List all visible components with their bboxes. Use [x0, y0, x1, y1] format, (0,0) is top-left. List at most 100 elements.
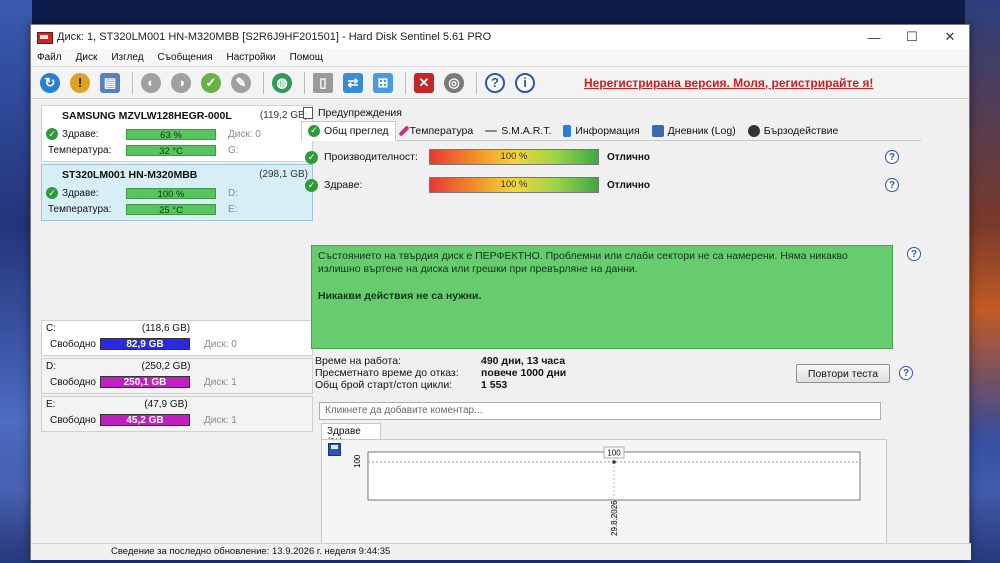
- drive-letter: D:: [228, 187, 238, 199]
- retest-button[interactable]: Повтори теста: [796, 364, 890, 383]
- volume-size: (118,6 GB): [141, 323, 191, 334]
- menu-bar: Файл Диск Изглед Съобщения Настройки Пом…: [31, 49, 969, 67]
- status-action: Никакви действия не са нужни.: [318, 290, 482, 302]
- document-icon: ▯: [313, 72, 333, 93]
- menu-messages[interactable]: Съобщения: [158, 52, 213, 63]
- network-icon: ⊞: [373, 72, 393, 93]
- disk-settings-button[interactable]: ◑: [168, 70, 194, 96]
- maximize-button[interactable]: ☐: [893, 25, 931, 49]
- volume-list: C: (118,6 GB) Свободно 82,9 GB Диск: 0 D…: [41, 320, 313, 434]
- check-icon: ✓: [46, 187, 58, 199]
- toolbar: ↻ ! ▤ ◐ ◑ ✓ ✎ ◍ ▯ ⇄ ⊞ ✕ ◎ ? i Нерегистри…: [31, 67, 969, 99]
- menu-view[interactable]: Изглед: [111, 52, 143, 63]
- tab-warnings[interactable]: Предупреждения: [301, 105, 921, 121]
- temperature-label: Температура:: [48, 203, 112, 215]
- tab-temperature[interactable]: Температура: [396, 121, 480, 141]
- check-icon: ✓: [305, 150, 318, 164]
- volume-disk: Диск: 0: [204, 338, 237, 350]
- free-space-bar: 82,9 GB: [100, 338, 190, 350]
- health-row: ✓ Здраве: 100 % Отлично ?: [301, 171, 921, 199]
- web-button[interactable]: ◍: [269, 70, 295, 96]
- menu-file[interactable]: Файл: [37, 52, 62, 63]
- tab-log[interactable]: Дневник (Log): [646, 121, 742, 141]
- alerts-config-button[interactable]: ✕: [411, 70, 437, 96]
- disk-temp-row: Температура: 25 °C E:: [46, 201, 308, 217]
- tab-info-label: Информация: [575, 124, 640, 137]
- help-icon[interactable]: ?: [885, 178, 899, 192]
- help-icon[interactable]: ?: [907, 247, 921, 261]
- tab-health-chart[interactable]: Здраве (%): [321, 423, 381, 448]
- disk-test-button[interactable]: ◐: [138, 70, 164, 96]
- thermometer-icon: [397, 124, 410, 137]
- disk-name-row: ST320LM001 HN-M320MBB (298,1 GB): [46, 167, 308, 185]
- volume-item-d[interactable]: D: (250,2 GB) Свободно 250,1 GB Диск: 1: [41, 358, 313, 394]
- tab-temperature-label: Температура: [409, 124, 474, 137]
- refresh-button[interactable]: ↻: [37, 70, 63, 96]
- title-bar[interactable]: Диск: 1, ST320LM001 HN-M320MBB [S2R6J9HF…: [31, 25, 969, 49]
- sound-button[interactable]: ◎: [441, 70, 467, 96]
- free-space-bar: 250,1 GB: [100, 376, 190, 388]
- sync-button[interactable]: ⇄: [340, 70, 366, 96]
- menu-disk[interactable]: Диск: [76, 52, 98, 63]
- chart-y-tick-label: 100: [353, 454, 362, 468]
- document-icon: [303, 107, 313, 119]
- disk-item-0[interactable]: SAMSUNG MZVLW128HEGR-000L (119,2 GB) ✓ З…: [41, 105, 313, 162]
- status-description: Състоянието на твърдия диск е ПЕРФЕКТНО.…: [311, 245, 893, 349]
- toolbar-separator: [405, 71, 406, 94]
- health-bar: 100 %: [429, 177, 599, 193]
- menu-settings[interactable]: Настройки: [227, 52, 276, 63]
- help-icon[interactable]: ?: [899, 366, 913, 380]
- info-icon: i: [515, 72, 535, 93]
- about-button[interactable]: i: [512, 70, 538, 96]
- report-button[interactable]: ▤: [97, 70, 123, 96]
- health-chart: 100 29.8.2026 100: [353, 446, 861, 536]
- minimize-button[interactable]: —: [855, 25, 893, 49]
- help-button[interactable]: ?: [482, 70, 508, 96]
- volume-item-e[interactable]: E: (47,9 GB) Свободно 45,2 GB Диск: 1: [41, 396, 313, 432]
- close-button[interactable]: ✕: [931, 25, 969, 49]
- performance-row: ✓ Производителност: 100 % Отлично ?: [301, 143, 921, 171]
- help-icon: ?: [485, 72, 505, 93]
- warning-icon: !: [70, 72, 90, 93]
- window-title: Диск: 1, ST320LM001 HN-M320MBB [S2R6J9HF…: [57, 31, 492, 43]
- drive-letter: G:: [228, 144, 239, 156]
- toolbar-separator: [263, 71, 264, 94]
- alert-config-icon: ✕: [414, 72, 434, 93]
- disk-item-1[interactable]: ST320LM001 HN-M320MBB (298,1 GB) ✓ Здрав…: [41, 164, 313, 221]
- check-icon: ✓: [308, 124, 320, 137]
- alert-button[interactable]: !: [67, 70, 93, 96]
- info-icon: [563, 124, 572, 137]
- status-text: Състоянието на твърдия диск е ПЕРФЕКТНО.…: [318, 250, 848, 275]
- help-icon[interactable]: ?: [885, 150, 899, 164]
- tab-performance[interactable]: Бързодействие: [742, 121, 845, 141]
- health-label: Здраве:: [62, 128, 99, 140]
- tab-info[interactable]: Информация: [557, 121, 645, 141]
- performance-bar: 100 %: [429, 149, 599, 165]
- disk-ok-button[interactable]: ✓: [198, 70, 224, 96]
- volume-disk: Диск: 1: [204, 414, 237, 426]
- toolbar-separator: [304, 71, 305, 94]
- temperature-bar: 32 °C: [126, 144, 216, 157]
- disk-settings-icon: ◑: [171, 72, 191, 93]
- disk-tools-button[interactable]: ✎: [228, 70, 254, 96]
- volume-item-c[interactable]: C: (118,6 GB) Свободно 82,9 GB Диск: 0: [41, 320, 313, 356]
- unregistered-link[interactable]: Нерегистрирана версия. Моля, регистрирай…: [584, 76, 873, 90]
- disk-temp-row: Температура: 32 °C G:: [46, 142, 308, 158]
- document-button[interactable]: ▯: [310, 70, 336, 96]
- menu-help[interactable]: Помощ: [290, 52, 323, 63]
- disk-name: SAMSUNG MZVLW128HEGR-000L: [62, 110, 232, 122]
- check-icon: ✓: [305, 178, 318, 192]
- log-icon: [651, 124, 664, 137]
- tab-warnings-label: Предупреждения: [318, 107, 402, 119]
- network-button[interactable]: ⊞: [370, 70, 396, 96]
- comment-input[interactable]: Кликнете да добавите коментар...: [319, 402, 881, 420]
- smart-icon: [485, 129, 498, 132]
- health-bar: 100 %: [126, 187, 216, 200]
- disk-list-panel: SAMSUNG MZVLW128HEGR-000L (119,2 GB) ✓ З…: [41, 105, 313, 537]
- performance-label: Производителност:: [324, 151, 418, 163]
- chart-x-tick-label: 29.8.2026: [610, 500, 619, 536]
- tab-overview-label: Общ преглед: [324, 124, 389, 137]
- tab-smart-label: S.M.A.R.T.: [501, 124, 552, 137]
- tab-smart[interactable]: S.M.A.R.T.: [479, 121, 557, 141]
- tab-overview[interactable]: ✓ Общ преглед: [301, 120, 396, 141]
